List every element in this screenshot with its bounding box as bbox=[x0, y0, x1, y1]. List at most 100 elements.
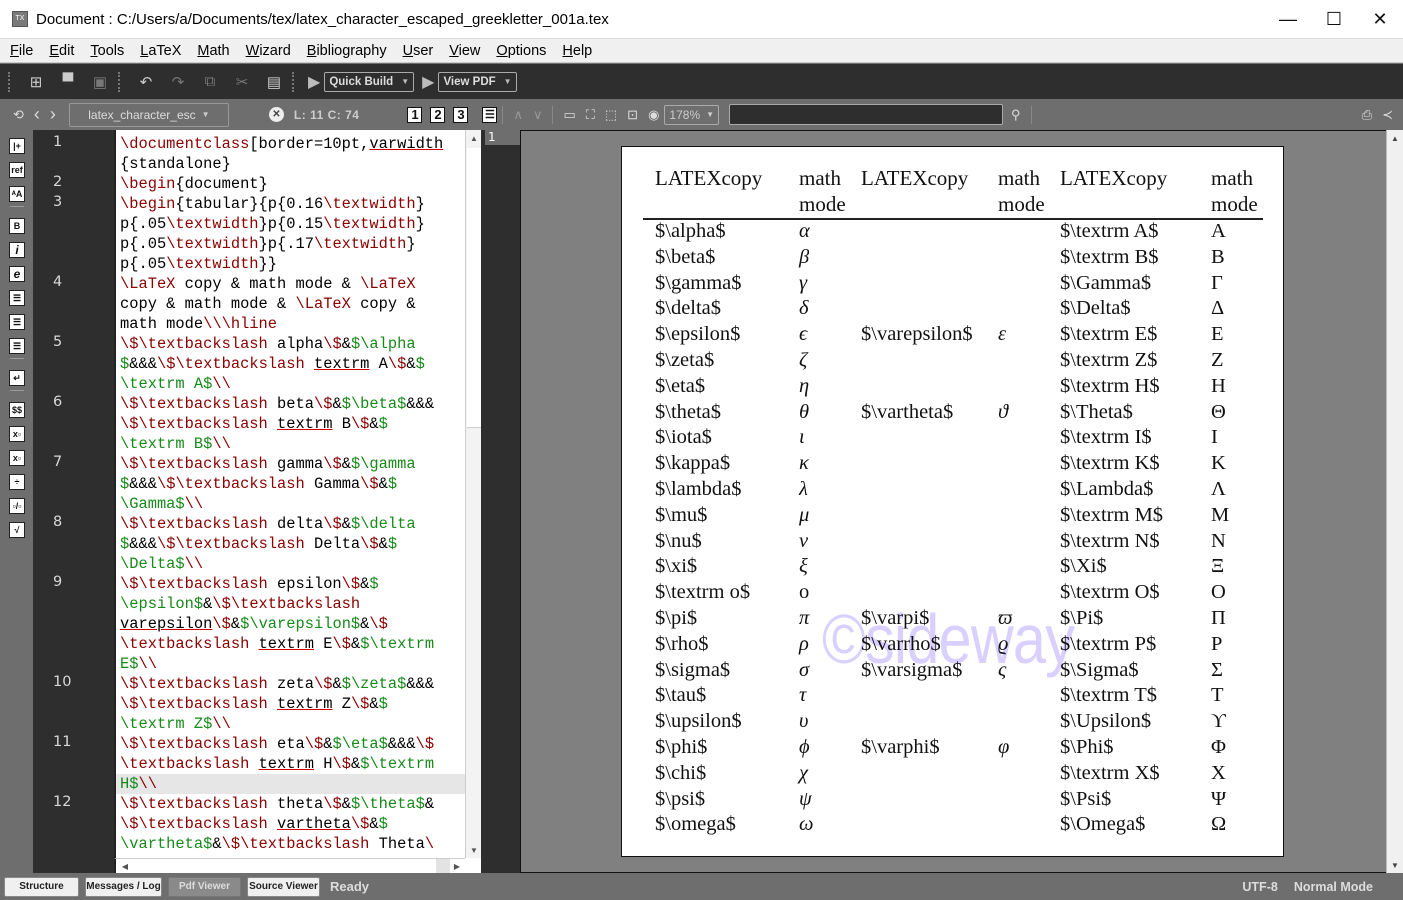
emphasis-icon[interactable]: e bbox=[9, 266, 25, 282]
scroll-right-icon[interactable]: ▶ bbox=[450, 859, 464, 873]
redo-icon[interactable]: ↷ bbox=[168, 72, 188, 92]
code-line[interactable]: \vartheta$&\$\textbackslash Theta\ bbox=[116, 834, 465, 854]
code-line[interactable]: \textrm Z$\\ bbox=[116, 714, 465, 734]
copy-icon[interactable]: ⧉ bbox=[200, 72, 220, 92]
tab-messages-log[interactable]: Messages / Log bbox=[85, 876, 162, 897]
menu-help[interactable]: Help bbox=[556, 43, 598, 59]
code-line[interactable]: E$\\ bbox=[116, 654, 465, 674]
superscript-icon[interactable]: x▫ bbox=[9, 450, 25, 466]
toolbar-grip[interactable] bbox=[8, 71, 12, 92]
scroll-down-icon[interactable]: ▼ bbox=[1387, 857, 1403, 873]
code-line[interactable]: \$\textbackslash delta\$&$\delta bbox=[116, 514, 465, 534]
zoom-level-combo[interactable]: 178% ▼ bbox=[664, 104, 720, 125]
code-line[interactable]: \textbackslash textrm E\$&$\textrm bbox=[116, 634, 465, 654]
quick-build-dropdown[interactable]: Quick Build ▼ bbox=[324, 71, 415, 92]
menu-tools[interactable]: Tools bbox=[84, 43, 130, 59]
code-line[interactable]: p{.05\textwidth}p{0.15\textwidth} bbox=[116, 214, 465, 234]
menu-file[interactable]: File bbox=[4, 43, 39, 59]
next-page-icon[interactable]: ∨ bbox=[533, 107, 543, 123]
tab-pdf-viewer[interactable]: Pdf Viewer bbox=[168, 876, 241, 897]
menu-options[interactable]: Options bbox=[490, 43, 552, 59]
ref-icon[interactable]: ref bbox=[9, 162, 25, 178]
code-line[interactable]: \epsilon$&\$\textbackslash bbox=[116, 594, 465, 614]
open-file-combo[interactable]: latex_character_esc ▼ bbox=[68, 102, 229, 127]
insert-structure-icon[interactable]: |+ bbox=[9, 138, 25, 154]
save-icon[interactable]: ▣ bbox=[90, 72, 110, 92]
code-line[interactable]: \$\textbackslash textrm B\$&$ bbox=[116, 414, 465, 434]
editor-vertical-scrollbar[interactable]: ▲ ▼ bbox=[465, 130, 481, 858]
fit-window-icon[interactable]: ⊡ bbox=[627, 107, 638, 123]
code-line[interactable]: math mode\\\hline bbox=[116, 314, 465, 334]
quick-build-run-icon[interactable]: ▶ bbox=[308, 72, 320, 92]
maximize-button[interactable]: ☐ bbox=[1311, 0, 1357, 39]
menu-edit[interactable]: Edit bbox=[43, 43, 80, 59]
new-file-icon[interactable]: ⊞ bbox=[26, 72, 46, 92]
code-line[interactable]: \$\textbackslash eta\$&$\eta$&&&\$ bbox=[116, 734, 465, 754]
scroll-down-icon[interactable]: ▼ bbox=[466, 842, 482, 858]
code-line[interactable]: $&&&\$\textbackslash Delta\$&$ bbox=[116, 534, 465, 554]
scroll-up-icon[interactable]: ▲ bbox=[1387, 130, 1403, 146]
scroll-left-icon[interactable]: ◀ bbox=[118, 859, 132, 873]
menu-user[interactable]: User bbox=[397, 43, 440, 59]
newline-icon[interactable]: ↵ bbox=[9, 370, 25, 386]
cut-icon[interactable]: ✂ bbox=[232, 72, 252, 92]
code-line[interactable]: \begin{document} bbox=[116, 174, 465, 194]
fraction-icon[interactable]: ▫/▫ bbox=[9, 498, 25, 514]
code-line[interactable]: \$\textbackslash alpha\$&$\alpha bbox=[116, 334, 465, 354]
italic-icon[interactable]: i bbox=[9, 242, 25, 258]
menu-view[interactable]: View bbox=[443, 43, 486, 59]
sqrt-icon[interactable]: √ bbox=[9, 522, 25, 538]
code-line[interactable]: \Gamma$\\ bbox=[116, 494, 465, 514]
view-pdf-dropdown[interactable]: View PDF ▼ bbox=[438, 71, 517, 92]
split-view-1-button[interactable]: 1 bbox=[407, 106, 423, 123]
code-line[interactable]: \documentclass[border=10pt,varwidth bbox=[116, 134, 465, 154]
code-line[interactable]: {standalone} bbox=[116, 154, 465, 174]
menu-math[interactable]: Math bbox=[191, 43, 235, 59]
external-viewer-icon[interactable]: ≺ bbox=[1382, 107, 1393, 123]
view-pdf-run-icon[interactable]: ▶ bbox=[422, 72, 434, 92]
back-icon[interactable]: ‹ bbox=[34, 104, 40, 125]
undo-icon[interactable]: ↶ bbox=[136, 72, 156, 92]
paste-icon[interactable]: ▤ bbox=[264, 72, 284, 92]
code-line[interactable]: \textrm A$\\ bbox=[116, 374, 465, 394]
code-line[interactable]: p{.05\textwidth}p{.17\textwidth} bbox=[116, 234, 465, 254]
code-line[interactable]: varepsilon\$&$\varepsilon$&\$ bbox=[116, 614, 465, 634]
encoding-indicator[interactable]: UTF-8 bbox=[1242, 880, 1277, 894]
scrollbar-track[interactable] bbox=[436, 859, 450, 873]
menu-wizard[interactable]: Wizard bbox=[240, 43, 297, 59]
code-editor[interactable]: \documentclass[border=10pt,varwidth {stan… bbox=[114, 130, 465, 858]
align-center-icon[interactable]: ☰ bbox=[9, 314, 25, 330]
inline-math-icon[interactable]: $$ bbox=[9, 402, 25, 418]
code-line[interactable]: $&&&\$\textbackslash textrm A\$&$ bbox=[116, 354, 465, 374]
code-line[interactable]: \$\textbackslash vartheta\$&$ bbox=[116, 814, 465, 834]
code-line[interactable]: \Delta$\\ bbox=[116, 554, 465, 574]
scrollbar-thumb[interactable] bbox=[467, 148, 481, 428]
font-size-icon[interactable]: ᴬA bbox=[9, 186, 25, 202]
subscript-icon[interactable]: x▫ bbox=[9, 426, 25, 442]
code-line[interactable]: H$\\ bbox=[116, 774, 465, 794]
code-line[interactable]: \$\textbackslash zeta\$&$\zeta$&&& bbox=[116, 674, 465, 694]
code-line[interactable]: \begin{tabular}{p{0.16\textwidth} bbox=[116, 194, 465, 214]
pdf-search-input[interactable] bbox=[729, 104, 1004, 125]
forward-icon[interactable]: › bbox=[50, 104, 56, 125]
tab-source-viewer[interactable]: Source Viewer bbox=[247, 876, 320, 897]
divide-icon[interactable]: ÷ bbox=[9, 474, 25, 490]
edit-mode-indicator[interactable]: Normal Mode bbox=[1294, 880, 1373, 894]
code-line[interactable]: copy & math mode & \LaTeX copy & bbox=[116, 294, 465, 314]
toolbar-grip[interactable] bbox=[118, 71, 122, 92]
zoom-region-icon[interactable]: ⬚ bbox=[605, 107, 617, 123]
code-line[interactable]: \textbackslash textrm H\$&$\textrm bbox=[116, 754, 465, 774]
fit-width-icon[interactable]: ▭ bbox=[563, 107, 575, 123]
minimize-button[interactable]: — bbox=[1265, 0, 1311, 39]
open-file-icon[interactable]: ▀ bbox=[58, 72, 78, 92]
fit-page-icon[interactable]: ⛶ bbox=[586, 107, 595, 123]
close-document-icon[interactable]: ✕ bbox=[268, 107, 284, 122]
search-icon[interactable]: ⚲ bbox=[1011, 107, 1021, 123]
code-line[interactable]: \$\textbackslash beta\$&$\beta$&&& bbox=[116, 394, 465, 414]
code-line[interactable]: \LaTeX copy & math mode & \LaTeX bbox=[116, 274, 465, 294]
pdf-vertical-scrollbar[interactable]: ▲ ▼ bbox=[1386, 130, 1403, 873]
previous-page-icon[interactable]: ∧ bbox=[513, 107, 523, 123]
tab-structure[interactable]: Structure bbox=[4, 876, 79, 897]
code-line[interactable]: $&&&\$\textbackslash Gamma\$&$ bbox=[116, 474, 465, 494]
split-view-2-button[interactable]: 2 bbox=[430, 106, 446, 123]
